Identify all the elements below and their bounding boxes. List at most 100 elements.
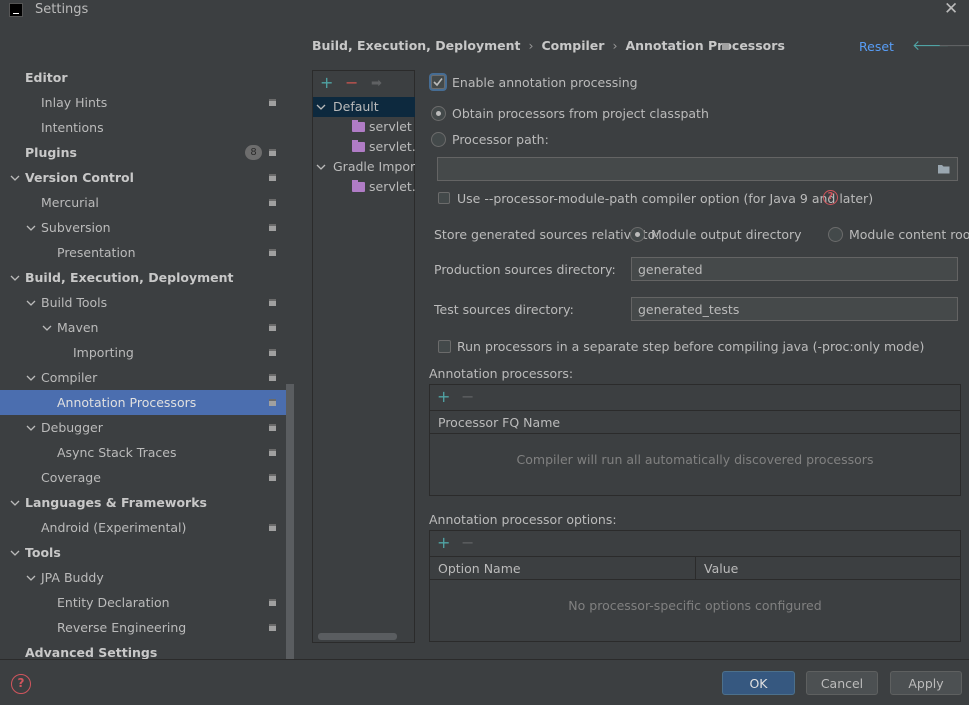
sidebar-item[interactable]: Build Tools [0,290,286,315]
project-level-icon [269,99,276,106]
profiles-horizontal-scrollbar[interactable] [318,633,397,640]
separate-step-checkbox[interactable] [438,340,451,353]
sidebar-item[interactable]: Reverse Engineering [0,615,286,640]
sidebar-item[interactable]: Maven [0,315,286,340]
move-to-icon[interactable]: ➡ [371,76,382,92]
sidebar-item[interactable]: JPA Buddy [0,565,286,590]
enable-annotation-checkbox[interactable] [431,75,445,89]
chevron-down-icon[interactable] [25,290,37,315]
chevron-down-icon[interactable] [9,165,21,190]
sidebar-item-label: Entity Declaration [57,595,170,610]
title-bar [0,0,969,22]
project-level-icon [269,374,276,381]
sidebar-item-label: Coverage [41,470,101,485]
profile-module[interactable]: servlet [313,117,415,137]
sidebar-item[interactable]: Annotation Processors [0,390,286,415]
sidebar-item-label: Editor [25,70,68,85]
sidebar-item[interactable]: Importing [0,340,286,365]
tree-scrollbar[interactable] [286,384,294,659]
sidebar-item[interactable]: Languages & Frameworks [0,490,286,515]
module-path-checkbox[interactable] [438,192,450,204]
chevron-down-icon[interactable] [25,215,37,240]
profile-module[interactable]: servlet.m [313,177,415,197]
processor-path-input[interactable] [437,157,958,181]
processor-name-column-header[interactable]: Processor FQ Name [430,410,960,434]
profile-label: Default [333,99,379,114]
add-profile-icon[interactable]: + [320,75,333,91]
sidebar-item[interactable]: Build, Execution, Deployment [0,265,286,290]
add-option-icon[interactable]: + [437,535,450,551]
sidebar-item[interactable]: Coverage [0,465,286,490]
sidebar-item[interactable]: Advanced Settings [0,640,286,665]
chevron-down-icon[interactable] [9,265,21,290]
sidebar-item[interactable]: Editor [0,65,286,90]
sidebar-item[interactable]: Subversion [0,215,286,240]
breadcrumb-item[interactable]: Build, Execution, Deployment [312,38,520,53]
project-level-icon [269,449,276,456]
project-level-icon [269,624,276,631]
sidebar-item[interactable]: Compiler [0,365,286,390]
sidebar-item[interactable]: Plugins 8 [0,140,286,165]
sidebar-item[interactable]: Entity Declaration [0,590,286,615]
module-content-label: Module content root [849,227,969,242]
module-folder-icon [352,120,365,132]
sidebar-item-label: Inlay Hints [41,95,108,110]
sidebar-item[interactable]: Async Stack Traces [0,440,286,465]
sidebar-item-label: Advanced Settings [25,645,158,660]
sidebar-item-label: Maven [57,320,99,335]
breadcrumb-item[interactable]: Compiler [541,38,604,53]
sidebar-item[interactable]: Android (Experimental) [0,515,286,540]
chevron-down-icon[interactable] [9,540,21,565]
sidebar-item[interactable]: Debugger [0,415,286,440]
processors-table [429,384,961,496]
add-processor-icon[interactable]: + [437,389,450,405]
sidebar-item[interactable]: Tools [0,540,286,565]
remove-option-icon[interactable]: − [461,535,474,551]
processor-path-radio[interactable] [431,132,446,147]
options-section-label: Annotation processor options: [429,512,617,527]
profile-module[interactable]: servlet.te [313,137,415,157]
module-content-radio[interactable] [828,227,843,242]
remove-profile-icon[interactable]: − [345,75,358,91]
test-dir-input[interactable] [631,297,958,321]
production-dir-input[interactable] [631,257,958,281]
option-value-column-header[interactable]: Value [696,556,960,580]
sidebar-item-label: Importing [73,345,134,360]
sidebar-item[interactable]: Intentions [0,115,286,140]
ok-button[interactable]: OK [722,671,795,695]
project-level-icon [269,174,276,181]
chevron-down-icon [316,164,326,170]
chevron-down-icon[interactable] [25,365,37,390]
chevron-down-icon[interactable] [41,315,53,340]
profile-gradle[interactable]: Gradle Importe [313,157,415,177]
module-folder-icon [352,140,365,152]
help-icon[interactable]: ? [823,190,838,205]
module-path-label: Use --processor-module-path compiler opt… [457,191,874,206]
browse-folder-icon[interactable] [937,163,951,175]
module-output-label: Module output directory [651,227,802,242]
sidebar-item-label: Languages & Frameworks [25,495,207,510]
module-output-radio[interactable] [630,227,645,242]
chevron-down-icon[interactable] [25,415,37,440]
sidebar-item[interactable]: Mercurial [0,190,286,215]
sidebar-item[interactable]: Version Control [0,165,286,190]
apply-button[interactable]: Apply [890,671,962,695]
sidebar-item[interactable]: Presentation [0,240,286,265]
cancel-button[interactable]: Cancel [806,671,878,695]
forward-arrow-icon[interactable]: 🡒 [938,37,969,54]
sidebar-item-label: Mercurial [41,195,99,210]
chevron-down-icon[interactable] [25,565,37,590]
chevron-down-icon[interactable] [9,490,21,515]
reset-link[interactable]: Reset [859,39,894,54]
project-level-icon [269,249,276,256]
help-button[interactable]: ? [11,674,31,694]
close-icon[interactable]: ✕ [944,0,958,19]
sidebar-item-label: Plugins [25,145,77,160]
sidebar-item[interactable]: Inlay Hints [0,90,286,115]
obtain-from-classpath-radio[interactable] [431,106,446,121]
remove-processor-icon[interactable]: − [461,389,474,405]
sidebar-item-label: Build, Execution, Deployment [25,270,234,285]
option-name-column-header[interactable]: Option Name [430,556,696,580]
profile-default[interactable]: Default [313,97,415,117]
sidebar-item-label: Async Stack Traces [57,445,177,460]
